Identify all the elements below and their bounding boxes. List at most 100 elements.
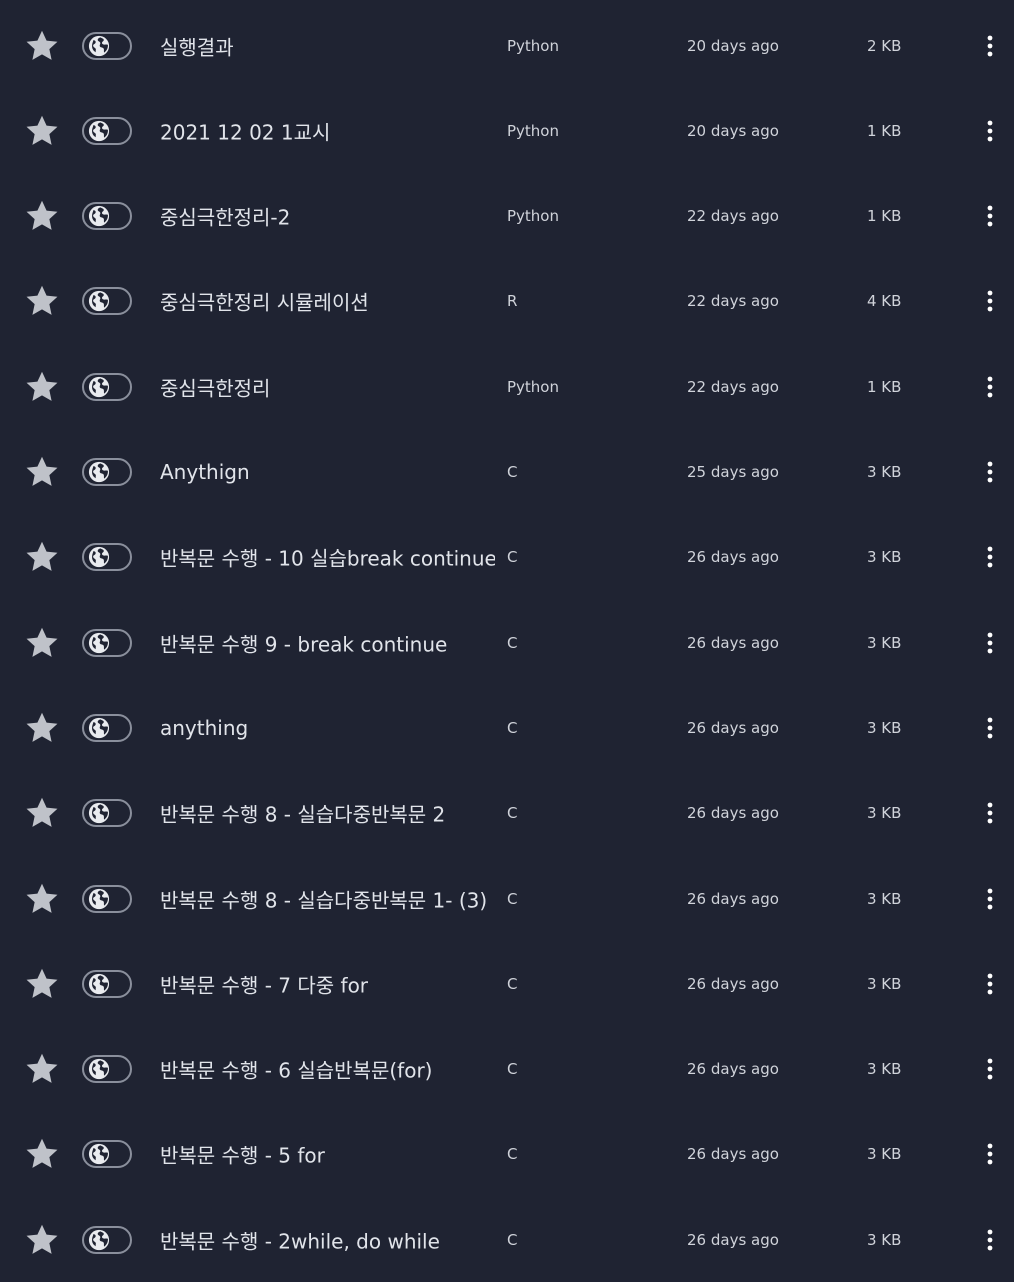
globe-icon bbox=[88, 1058, 110, 1080]
language-label: Python bbox=[507, 121, 559, 140]
visibility-toggle[interactable] bbox=[82, 969, 132, 998]
list-item[interactable]: 반복문 수행 9 - break continue C 26 days ago … bbox=[0, 600, 1014, 685]
star-icon[interactable] bbox=[24, 28, 60, 64]
modified-time: 22 days ago bbox=[687, 207, 779, 226]
language-label: C bbox=[507, 1230, 518, 1249]
file-size: 3 KB bbox=[867, 463, 902, 481]
visibility-toggle[interactable] bbox=[82, 628, 132, 657]
modified-time: 26 days ago bbox=[687, 889, 779, 908]
visibility-toggle[interactable] bbox=[82, 1055, 132, 1084]
more-options-icon[interactable] bbox=[976, 712, 1004, 744]
more-options-icon[interactable] bbox=[976, 285, 1004, 317]
visibility-toggle[interactable] bbox=[82, 1140, 132, 1169]
file-size: 1 KB bbox=[867, 377, 902, 396]
more-options-icon[interactable] bbox=[976, 371, 1004, 403]
visibility-toggle[interactable] bbox=[82, 116, 132, 145]
more-options-icon[interactable] bbox=[976, 883, 1004, 915]
file-size: 3 KB bbox=[867, 804, 902, 823]
file-size: 1 KB bbox=[867, 121, 902, 140]
list-item[interactable]: 중심극한정리-2 Python 22 days ago 1 KB bbox=[0, 174, 1014, 259]
more-options-icon[interactable] bbox=[976, 541, 1004, 573]
more-options-icon[interactable] bbox=[976, 797, 1004, 829]
globe-icon bbox=[88, 120, 110, 142]
file-size: 3 KB bbox=[867, 974, 902, 993]
more-options-icon[interactable] bbox=[976, 115, 1004, 147]
modified-time: 26 days ago bbox=[687, 1060, 779, 1079]
modified-time: 20 days ago bbox=[687, 121, 779, 140]
visibility-toggle[interactable] bbox=[82, 202, 132, 231]
language-label: C bbox=[507, 974, 518, 993]
modified-time: 26 days ago bbox=[687, 804, 779, 823]
list-item[interactable]: 중심극한정리 Python 22 days ago 1 KB bbox=[0, 344, 1014, 429]
more-options-icon[interactable] bbox=[976, 627, 1004, 659]
star-icon[interactable] bbox=[24, 539, 60, 575]
list-item[interactable]: 반복문 수행 - 2while, do while C 26 days ago … bbox=[0, 1197, 1014, 1282]
star-icon[interactable] bbox=[24, 966, 60, 1002]
more-options-icon[interactable] bbox=[976, 1138, 1004, 1170]
notebook-name[interactable]: anything bbox=[160, 716, 248, 740]
list-item[interactable]: 중심극한정리 시뮬레이션 R 22 days ago 4 KB bbox=[0, 259, 1014, 344]
notebook-name[interactable]: 중심극한정리-2 bbox=[160, 202, 290, 231]
notebook-name[interactable]: 반복문 수행 - 2while, do while bbox=[160, 1225, 440, 1254]
star-icon[interactable] bbox=[24, 795, 60, 831]
list-item[interactable]: Anythign C 25 days ago 3 KB bbox=[0, 430, 1014, 515]
list-item[interactable]: 2021 12 02 1교시 Python 20 days ago 1 KB bbox=[0, 88, 1014, 173]
star-icon[interactable] bbox=[24, 710, 60, 746]
list-item[interactable]: 반복문 수행 - 7 다중 for C 26 days ago 3 KB bbox=[0, 941, 1014, 1026]
visibility-toggle[interactable] bbox=[82, 458, 132, 486]
list-item[interactable]: anything C 26 days ago 3 KB bbox=[0, 685, 1014, 770]
notebook-name[interactable]: 반복문 수행 - 7 다중 for bbox=[160, 969, 368, 998]
star-icon[interactable] bbox=[24, 1051, 60, 1087]
star-icon[interactable] bbox=[24, 198, 60, 234]
more-options-icon[interactable] bbox=[976, 200, 1004, 232]
file-size: 3 KB bbox=[867, 633, 902, 652]
more-options-icon[interactable] bbox=[976, 30, 1004, 62]
notebook-name[interactable]: 반복문 수행 9 - break continue bbox=[160, 628, 447, 657]
notebook-name[interactable]: 실행결과 bbox=[160, 31, 234, 60]
list-item[interactable]: 반복문 수행 - 6 실습반복문(for) C 26 days ago 3 KB bbox=[0, 1027, 1014, 1112]
notebook-name[interactable]: 반복문 수행 - 5 for bbox=[160, 1140, 325, 1169]
list-item[interactable]: 반복문 수행 8 - 실습다중반복문 2 C 26 days ago 3 KB bbox=[0, 771, 1014, 856]
star-icon[interactable] bbox=[24, 369, 60, 405]
star-icon[interactable] bbox=[24, 881, 60, 917]
notebook-name[interactable]: 반복문 수행 8 - 실습다중반복문 2 bbox=[160, 799, 445, 828]
notebook-list: 실행결과 Python 20 days ago 2 KB 2021 12 02 … bbox=[0, 0, 1014, 1282]
file-size: 4 KB bbox=[867, 292, 902, 311]
visibility-toggle[interactable] bbox=[82, 799, 132, 828]
language-label: C bbox=[507, 548, 518, 567]
visibility-toggle[interactable] bbox=[82, 287, 132, 316]
notebook-name[interactable]: 중심극한정리 시뮬레이션 bbox=[160, 287, 369, 316]
list-item[interactable]: 반복문 수행 8 - 실습다중반복문 1- (3) C 26 days ago … bbox=[0, 856, 1014, 941]
modified-time: 26 days ago bbox=[687, 1230, 779, 1249]
notebook-name[interactable]: 반복문 수행 - 6 실습반복문(for) bbox=[160, 1055, 432, 1084]
list-item[interactable]: 반복문 수행 - 10 실습break continue C 26 days a… bbox=[0, 515, 1014, 600]
more-options-icon[interactable] bbox=[976, 456, 1004, 488]
file-size: 3 KB bbox=[867, 548, 902, 567]
notebook-name[interactable]: 2021 12 02 1교시 bbox=[160, 116, 330, 145]
visibility-toggle[interactable] bbox=[82, 372, 132, 401]
list-item[interactable]: 실행결과 Python 20 days ago 2 KB bbox=[0, 3, 1014, 88]
visibility-toggle[interactable] bbox=[82, 713, 132, 742]
visibility-toggle[interactable] bbox=[82, 1225, 132, 1254]
visibility-toggle[interactable] bbox=[82, 884, 132, 913]
language-label: C bbox=[507, 463, 518, 481]
language-label: C bbox=[507, 633, 518, 652]
notebook-name[interactable]: 중심극한정리 bbox=[160, 372, 270, 401]
notebook-name[interactable]: 반복문 수행 - 10 실습break continue bbox=[160, 543, 495, 572]
language-label: Python bbox=[507, 36, 559, 55]
more-options-icon[interactable] bbox=[976, 1053, 1004, 1085]
notebook-name[interactable]: 반복문 수행 8 - 실습다중반복문 1- (3) bbox=[160, 884, 487, 913]
star-icon[interactable] bbox=[24, 625, 60, 661]
more-options-icon[interactable] bbox=[976, 968, 1004, 1000]
star-icon[interactable] bbox=[24, 1222, 60, 1258]
more-options-icon[interactable] bbox=[976, 1224, 1004, 1256]
globe-icon bbox=[88, 888, 110, 910]
star-icon[interactable] bbox=[24, 283, 60, 319]
list-item[interactable]: 반복문 수행 - 5 for C 26 days ago 3 KB bbox=[0, 1112, 1014, 1197]
star-icon[interactable] bbox=[24, 1136, 60, 1172]
notebook-name[interactable]: Anythign bbox=[160, 460, 250, 484]
star-icon[interactable] bbox=[24, 454, 60, 490]
visibility-toggle[interactable] bbox=[82, 543, 132, 572]
visibility-toggle[interactable] bbox=[82, 31, 132, 60]
star-icon[interactable] bbox=[24, 113, 60, 149]
